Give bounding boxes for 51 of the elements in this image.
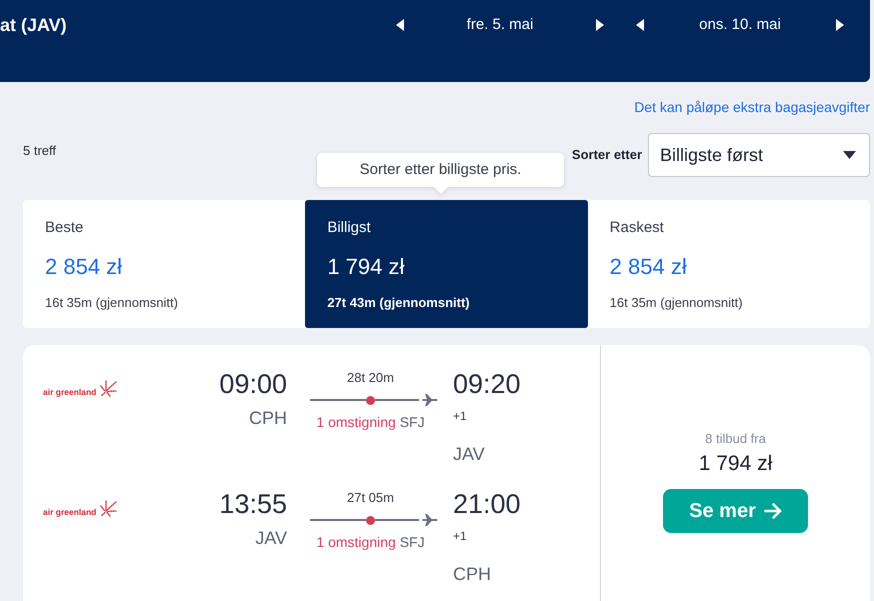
day-offset: +1 [453,408,467,424]
stop-dot-icon [366,516,375,524]
airline-name: air greenland [43,507,96,517]
previous-date-button[interactable] [396,19,404,31]
flight-duration: 27t 05m [347,489,394,507]
departure-airport: JAV [255,527,287,550]
result-price: 1 794 zł [698,450,772,476]
caret-left-icon [636,19,644,31]
previous-date-button[interactable] [636,19,644,31]
flight-duration: 28t 20m [347,369,394,387]
sort-tab[interactable]: Raskest 2 854 zł 16t 35m (gjennomsnitt) [588,200,870,328]
route-line [375,399,419,401]
stop-airport: SFJ [400,534,425,550]
route-title: at (JAV) [0,14,68,36]
stops-label: 1 omstigning [316,414,396,430]
sort-label: Sorter etter [572,146,642,164]
stop-airport: SFJ [400,414,425,430]
caret-left-icon [396,19,404,31]
caret-down-icon [843,151,856,159]
departure-time: 09:00 [219,368,287,400]
departure-airport: CPH [248,407,287,430]
route-line [310,519,366,521]
arrival-time: 21:00 [453,488,521,520]
sunburst-icon [100,380,118,397]
route-line [310,399,366,401]
tooltip: Sorter etter billigste pris. [317,153,564,194]
result-count: 5 treff [23,142,56,160]
sort-dropdown[interactable]: Billigste først [648,133,870,177]
arrival-time: 09:20 [453,368,521,400]
plane-icon [422,393,439,407]
route-line [375,519,419,521]
baggage-fee-link[interactable]: Det kan påløpe ekstra bagasjeavgifter [634,97,870,117]
date-label[interactable]: fre. 5. mai [466,14,534,36]
arrival-airport: CPH [453,563,492,586]
next-date-button[interactable] [596,19,604,31]
stop-dot-icon [366,396,375,404]
sort-tab[interactable]: Beste 2 854 zł 16t 35m (gjennomsnitt) [23,200,306,328]
departure-time: 13:55 [219,488,287,520]
caret-right-icon [596,19,604,31]
sort-tab[interactable]: Billigst 1 794 zł 27t 43m (gjennomsnitt) [305,200,588,328]
stops-label: 1 omstigning [316,534,396,550]
next-date-button[interactable] [836,19,844,31]
offers-count: 8 tilbud fra [705,430,766,448]
plane-icon [422,513,439,527]
date-label[interactable]: ons. 10. mai [699,14,781,36]
airline-name: air greenland [43,387,96,397]
arrival-airport: JAV [453,443,485,466]
caret-right-icon [836,19,844,31]
sunburst-icon [100,500,118,517]
day-offset: +1 [453,528,467,544]
arrow-right-icon [764,502,782,518]
